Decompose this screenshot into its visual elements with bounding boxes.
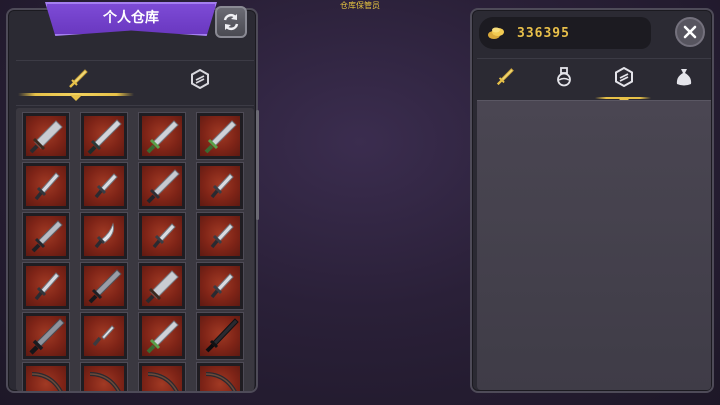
active-tab-caret [70,95,82,101]
item-slot[interactable] [197,163,243,209]
armor-tab-icon [191,69,209,89]
dagger-icon [210,223,234,249]
item-slot[interactable] [23,263,69,309]
item-slot[interactable] [139,313,185,359]
item-slot[interactable] [197,363,243,391]
potion-tab-icon [557,67,571,87]
green-hilt-sword-icon [146,120,179,154]
item-slot[interactable] [23,213,69,259]
bow-icon [89,372,121,391]
item-slot[interactable] [139,213,185,259]
armor-tab-icon [615,67,633,87]
close-button[interactable] [675,17,705,47]
item-slot[interactable] [81,163,127,209]
inventory-content-area[interactable] [477,100,711,390]
gold-display: 336395 [479,17,651,49]
close-icon [683,25,697,39]
longsword-icon [146,169,180,204]
black-blade-icon [205,318,239,353]
bag-tab-icon [676,69,692,86]
dark-sword-icon [88,269,122,304]
green-hilt-sword-icon [146,320,179,354]
item-slot[interactable] [23,363,69,391]
tab-armor[interactable] [609,63,639,91]
dagger-icon [152,223,176,249]
refresh-button[interactable] [215,6,247,38]
short-blade-icon [34,272,60,301]
item-slot[interactable] [81,313,127,359]
item-slot[interactable] [197,313,243,359]
tab-potions[interactable] [549,63,579,91]
inventory-panel: 336395 [470,8,714,393]
item-grid [23,113,243,391]
greatsword-icon [87,119,122,155]
inventory-tab-bar [477,58,711,104]
item-slot[interactable] [197,113,243,159]
gold-amount: 336395 [517,25,570,41]
gold-coin-icon [488,27,504,39]
warehouse-tab-bar [16,60,254,106]
curved-dagger-icon [94,222,115,249]
grid-scrollbar[interactable] [256,110,259,220]
item-slot[interactable] [197,213,243,259]
item-slot[interactable] [23,113,69,159]
knife-icon [92,325,115,347]
dark-greatsword-icon [29,318,65,355]
bow-icon [205,372,237,391]
item-slot[interactable] [139,113,185,159]
bow-icon [147,372,179,391]
serrated-sword-icon [31,220,63,253]
bow-icon [31,372,63,391]
item-slot[interactable] [81,113,127,159]
item-slot[interactable] [139,363,185,391]
dagger-icon [210,173,234,199]
item-grid-area[interactable] [16,108,254,391]
item-slot[interactable] [23,163,69,209]
broadsword-icon [29,120,63,154]
broadsword-icon [145,270,179,304]
sword-tab-icon [496,68,514,86]
green-hilt-sword-icon [204,120,237,154]
refresh-icon [223,13,239,31]
warehouse-title: 个人仓库 [103,10,159,26]
dagger-icon [94,173,118,199]
item-slot[interactable] [81,363,127,391]
item-slot[interactable] [139,263,185,309]
personal-warehouse-panel [6,8,259,393]
dagger-icon [210,273,234,299]
item-slot[interactable] [23,313,69,359]
short-blade-icon [34,172,60,201]
item-slot[interactable] [139,163,185,209]
tab-weapons[interactable] [490,63,520,91]
item-slot[interactable] [197,263,243,309]
item-slot[interactable] [81,263,127,309]
tab-armor[interactable] [184,65,216,93]
tab-weapons[interactable] [62,65,94,93]
tab-bag[interactable] [669,63,699,91]
item-slot[interactable] [81,213,127,259]
sword-tab-icon [69,69,88,88]
